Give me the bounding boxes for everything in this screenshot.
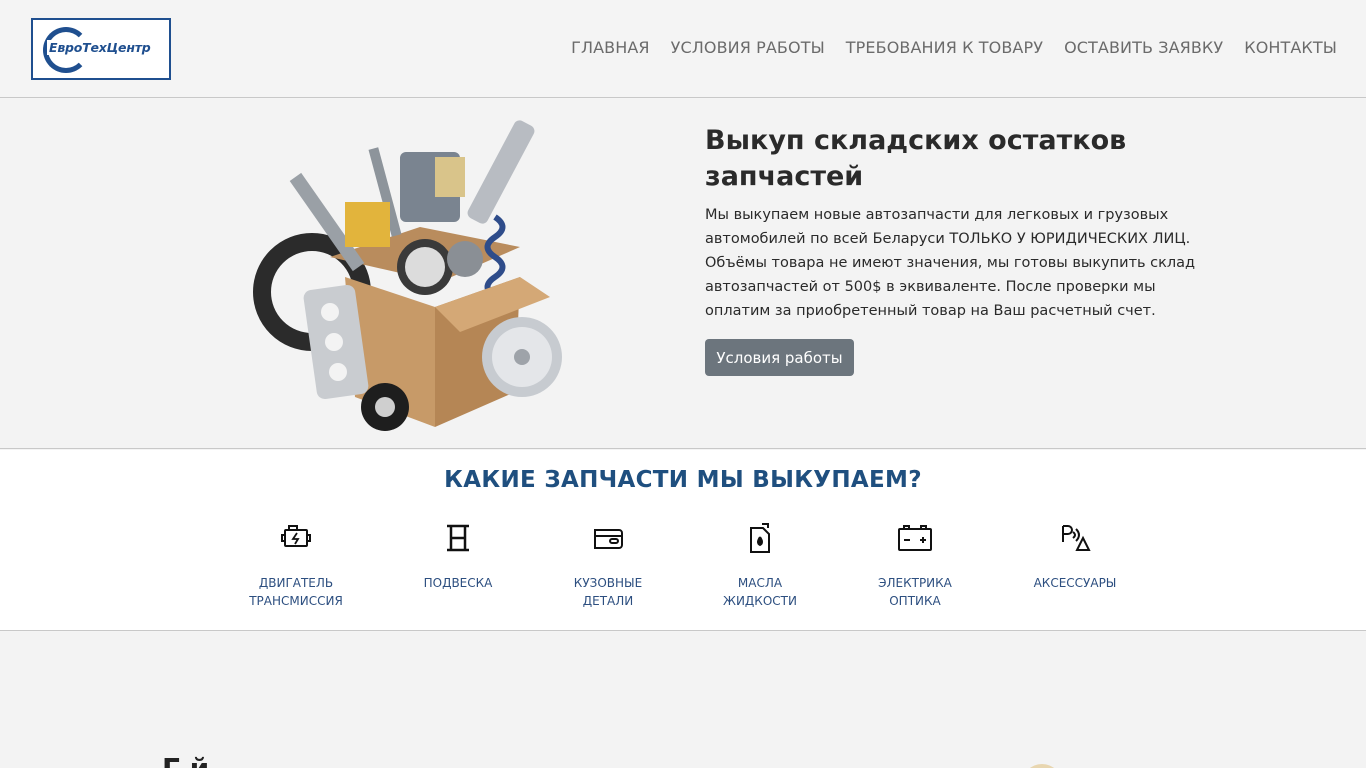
parts-section-title: КАКИЕ ЗАПЧАСТИ МЫ ВЫКУПАЕМ? bbox=[444, 467, 922, 493]
nav-terms[interactable]: УСЛОВИЯ РАБОТЫ bbox=[671, 38, 825, 57]
nav-requirements[interactable]: ТРЕБОВАНИЯ К ТОВАРУ bbox=[846, 38, 1043, 57]
part-label-line1: ПОДВЕСКА bbox=[423, 576, 493, 590]
terms-button[interactable]: Условия работы bbox=[705, 339, 854, 376]
part-label-line1: ЭЛЕКТРИКА bbox=[878, 576, 952, 590]
nav-contacts[interactable]: КОНТАКТЫ bbox=[1244, 38, 1337, 57]
part-category-oils[interactable]: МАСЛА ЖИДКОСТИ bbox=[695, 518, 825, 610]
part-label-line1: МАСЛА bbox=[737, 576, 783, 590]
part-category-electrics[interactable]: ЭЛЕКТРИКА ОПТИКА bbox=[850, 518, 980, 610]
engine-icon bbox=[281, 525, 311, 547]
part-label-line2: ДЕТАЛИ bbox=[582, 594, 634, 608]
part-label-line1: ДВИГАТЕЛЬ bbox=[258, 576, 334, 590]
oil-canister-icon bbox=[750, 523, 770, 553]
part-label-line2: ОПТИКА bbox=[889, 594, 941, 608]
decorative-circle bbox=[1022, 764, 1062, 768]
part-category-body[interactable]: КУЗОВНЫЕ ДЕТАЛИ bbox=[543, 518, 673, 610]
site-logo[interactable]: ЕвроТехЦентр bbox=[31, 18, 171, 80]
logo-text: ЕвроТехЦентр bbox=[47, 40, 153, 55]
part-category-suspension[interactable]: ПОДВЕСКА bbox=[393, 518, 523, 592]
main-nav: ГЛАВНАЯ УСЛОВИЯ РАБОТЫ ТРЕБОВАНИЯ К ТОВА… bbox=[571, 38, 1337, 57]
next-section-title: Г й bbox=[162, 752, 209, 768]
part-category-accessories[interactable]: АКСЕССУАРЫ bbox=[1010, 518, 1140, 592]
battery-icon bbox=[898, 525, 932, 551]
parking-sensor-icon bbox=[1062, 525, 1091, 551]
hero-section: Выкуп складских остатков запчастей Мы вы… bbox=[0, 99, 1366, 449]
part-label-line2: ТРАНСМИССИЯ bbox=[249, 594, 343, 608]
site-header: ЕвроТехЦентр ГЛАВНАЯ УСЛОВИЯ РАБОТЫ ТРЕБ… bbox=[0, 0, 1366, 98]
part-category-engine[interactable]: ДВИГАТЕЛЬ ТРАНСМИССИЯ bbox=[231, 518, 361, 610]
part-label-line2: ЖИДКОСТИ bbox=[723, 594, 797, 608]
hero-description: Мы выкупаем новые автозапчасти для легко… bbox=[705, 207, 1196, 319]
car-door-icon bbox=[594, 529, 623, 549]
suspension-icon bbox=[447, 524, 469, 552]
next-section: Г й bbox=[0, 632, 1366, 768]
parts-section: КАКИЕ ЗАПЧАСТИ МЫ ВЫКУПАЕМ? ДВИГАТЕЛЬ ТР… bbox=[0, 450, 1366, 631]
nav-request[interactable]: ОСТАВИТЬ ЗАЯВКУ bbox=[1064, 38, 1223, 57]
part-label-line1: АКСЕССУАРЫ bbox=[1033, 576, 1117, 590]
hero-title: Выкуп складских остатков запчастей bbox=[705, 125, 1127, 192]
part-label-line1: КУЗОВНЫЕ bbox=[573, 576, 643, 590]
auto-parts-box-image bbox=[253, 120, 562, 431]
nav-home[interactable]: ГЛАВНАЯ bbox=[571, 38, 650, 57]
